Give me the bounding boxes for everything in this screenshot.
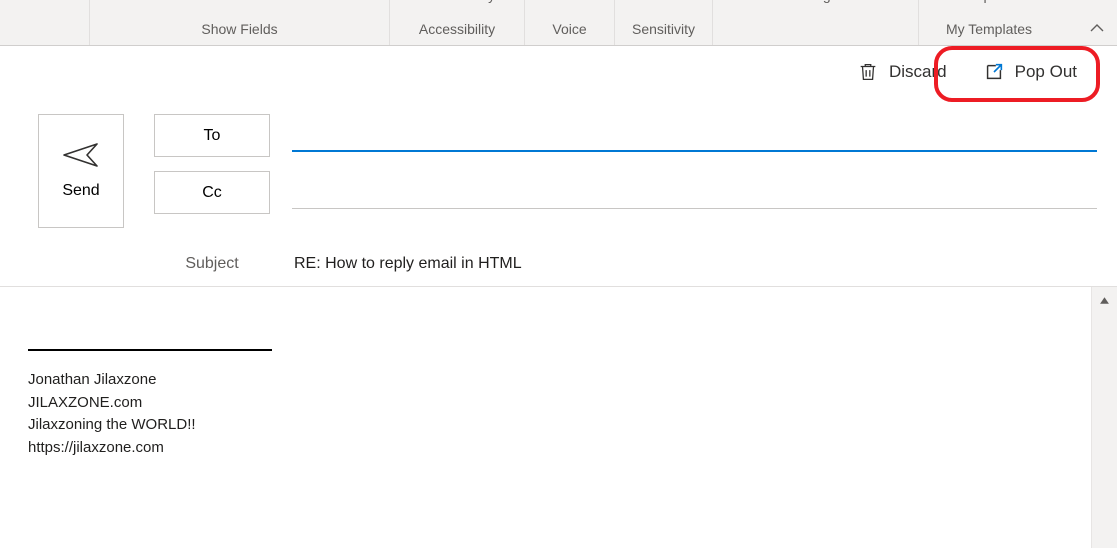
discard-button[interactable]: Discard bbox=[851, 57, 953, 87]
ribbon-group-sensitivity[interactable]: Sensitivity bbox=[615, 0, 713, 45]
ribbon: Show Fields Accessibility Accessibility … bbox=[0, 0, 1117, 46]
ribbon-group-manager[interactable]: Manager bbox=[713, 0, 919, 45]
send-label: Send bbox=[62, 182, 99, 200]
to-button[interactable]: To bbox=[154, 114, 270, 157]
cc-button[interactable]: Cc bbox=[154, 171, 270, 214]
ribbon-group-my-templates[interactable]: Templates My Templates bbox=[919, 0, 1059, 45]
ribbon-cut-accessibility: Accessibility bbox=[419, 0, 495, 3]
compose-header: Send To Cc Subject bbox=[0, 98, 1117, 280]
signature-url: https://jilaxzone.com bbox=[28, 437, 1067, 460]
send-icon bbox=[63, 142, 99, 168]
message-body[interactable]: Jonathan Jilaxzone JILAXZONE.com Jilaxzo… bbox=[0, 287, 1091, 548]
body-wrap: Jonathan Jilaxzone JILAXZONE.com Jilaxzo… bbox=[0, 286, 1117, 548]
send-button[interactable]: Send bbox=[38, 114, 124, 228]
ribbon-cut-templates: Templates bbox=[957, 0, 1021, 3]
subject-row: Subject bbox=[154, 248, 1097, 280]
subject-label: Subject bbox=[154, 255, 270, 273]
subject-input[interactable] bbox=[292, 248, 1097, 280]
signature-tag: Jilaxzoning the WORLD!! bbox=[28, 414, 1067, 437]
ribbon-label-show-fields: Show Fields bbox=[201, 21, 277, 45]
cc-input[interactable] bbox=[292, 177, 1097, 209]
fields-column: To Cc Subject bbox=[154, 114, 1097, 280]
to-row: To bbox=[154, 114, 1097, 157]
ribbon-cut-manager: Manager bbox=[788, 0, 843, 3]
ribbon-group-accessibility[interactable]: Accessibility Accessibility bbox=[390, 0, 525, 45]
pop-out-icon bbox=[983, 61, 1005, 83]
ribbon-groups: Show Fields Accessibility Accessibility … bbox=[0, 0, 1059, 45]
triangle-up-icon bbox=[1099, 295, 1110, 306]
signature-name: Jonathan Jilaxzone bbox=[28, 369, 1067, 392]
pop-out-label: Pop Out bbox=[1015, 62, 1077, 82]
ribbon-label-accessibility: Accessibility bbox=[419, 21, 495, 45]
signature-site: JILAXZONE.com bbox=[28, 392, 1067, 415]
trash-icon bbox=[857, 61, 879, 83]
pop-out-button[interactable]: Pop Out bbox=[977, 57, 1083, 87]
ribbon-label-sensitivity: Sensitivity bbox=[632, 21, 695, 45]
body-scrollbar[interactable] bbox=[1091, 287, 1117, 548]
ribbon-collapse-button[interactable] bbox=[1089, 20, 1105, 39]
ribbon-group-show-fields[interactable]: Show Fields bbox=[90, 0, 390, 45]
cc-row: Cc bbox=[154, 171, 1097, 214]
ribbon-group-0[interactable] bbox=[0, 0, 90, 45]
signature-rule bbox=[28, 349, 272, 351]
ribbon-label-my-templates: My Templates bbox=[946, 21, 1032, 45]
discard-label: Discard bbox=[889, 62, 947, 82]
compose-action-bar: Discard Pop Out bbox=[0, 46, 1117, 98]
ribbon-group-voice[interactable]: Voice bbox=[525, 0, 615, 45]
scroll-up-button[interactable] bbox=[1092, 289, 1117, 311]
ribbon-label-voice: Voice bbox=[552, 21, 586, 45]
chevron-up-icon bbox=[1089, 20, 1105, 36]
to-input[interactable] bbox=[292, 120, 1097, 152]
